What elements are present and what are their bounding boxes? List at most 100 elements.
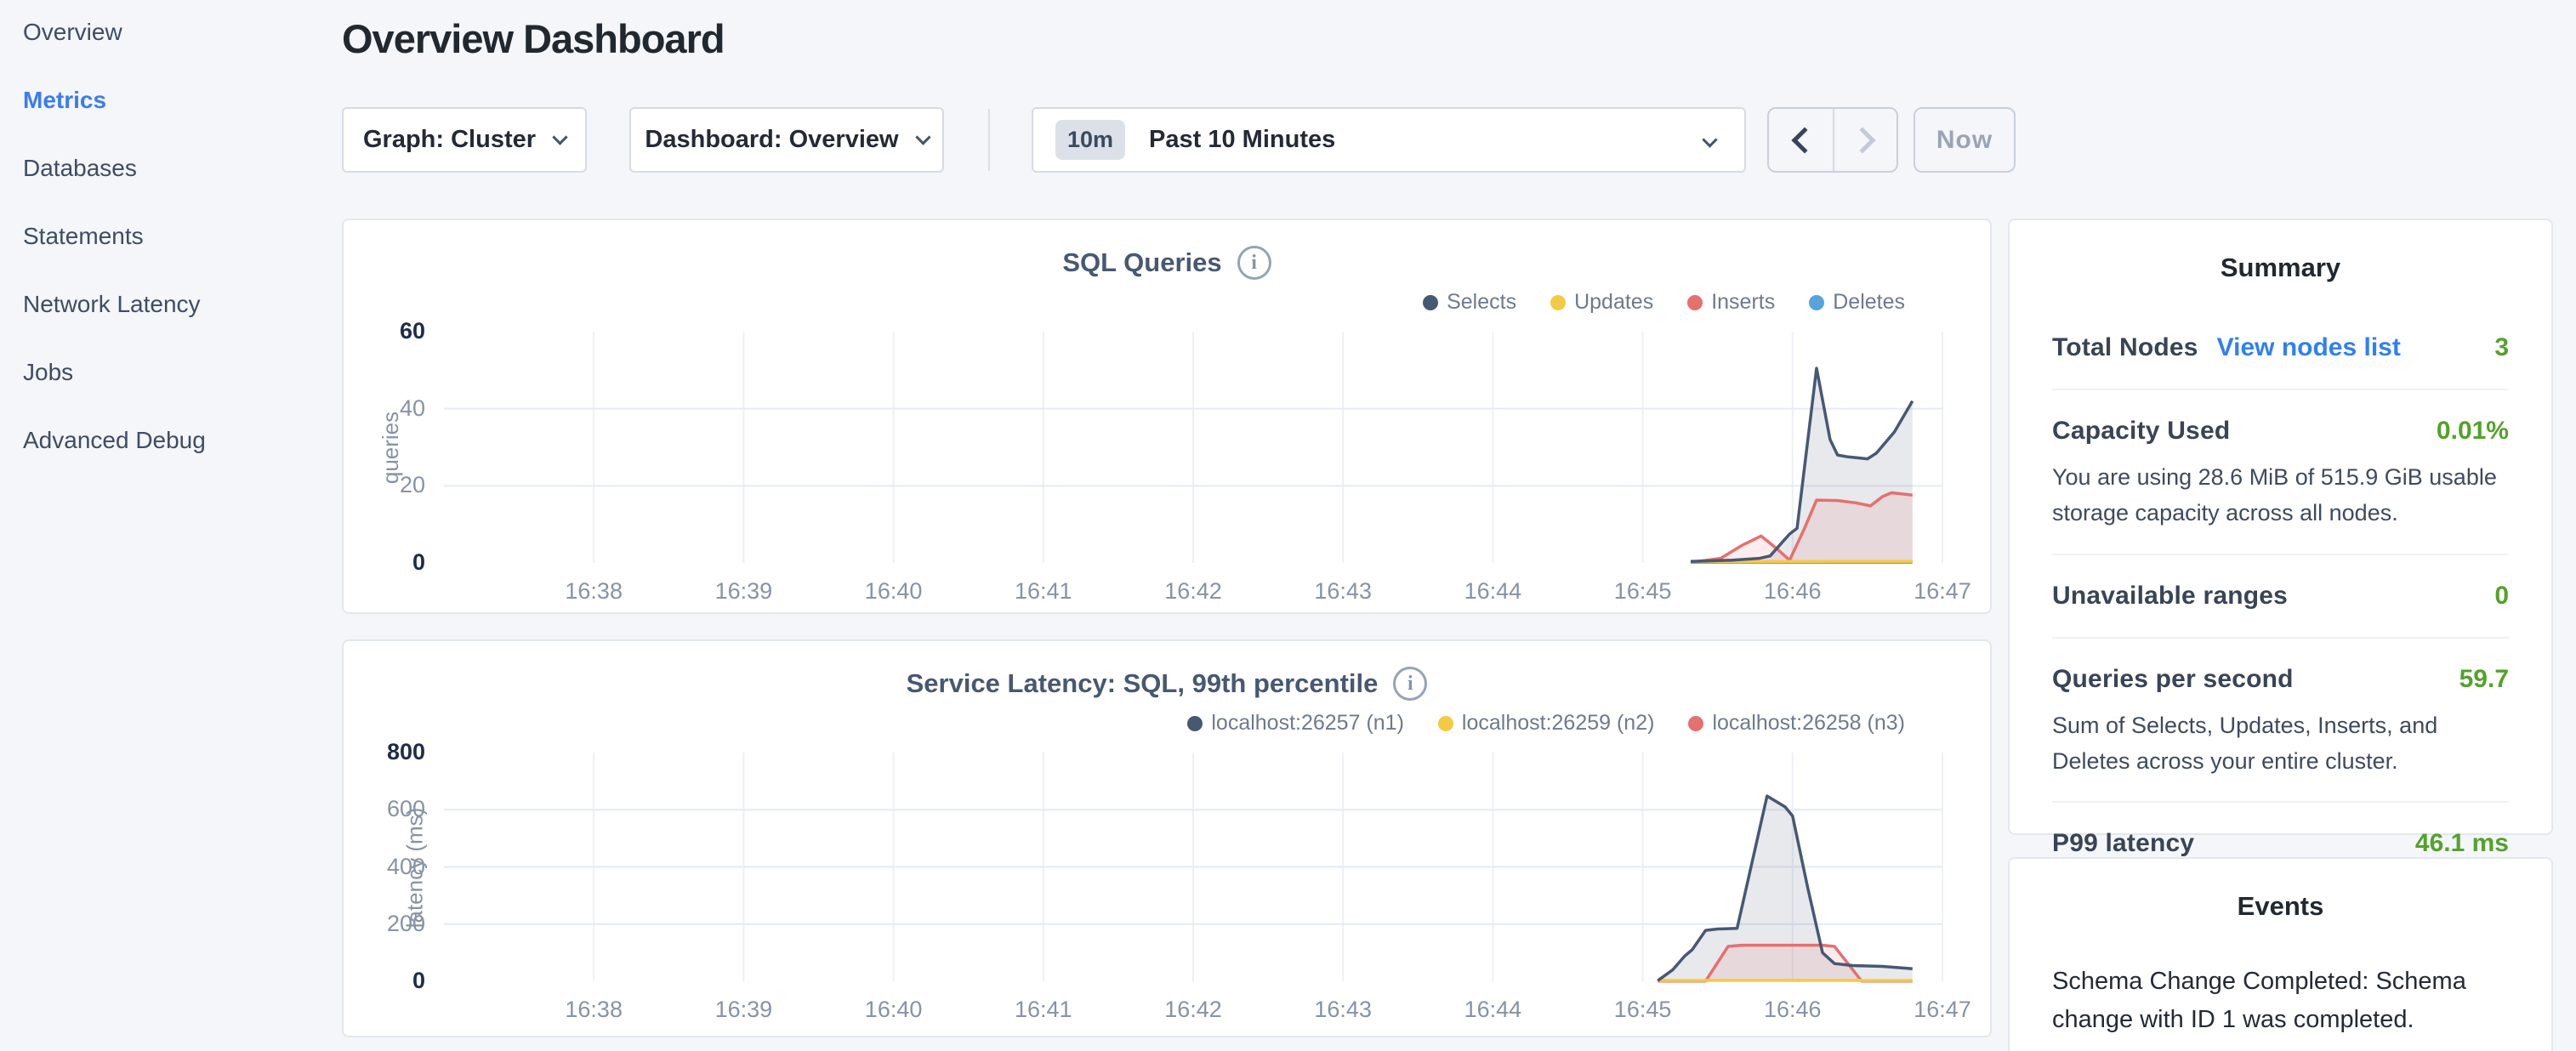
sidebar-item-advanced-debug[interactable]: Advanced Debug [23,423,206,458]
x-tick-label: 16:40 [834,578,953,605]
graph-dropdown-label: Graph: Cluster [363,126,536,154]
dashboard-dropdown-label: Dashboard: Overview [645,126,898,154]
y-tick-label: 400 [349,854,425,880]
legend-item-updates[interactable]: Updates [1550,290,1653,315]
summary-divider [2052,801,2509,803]
x-tick-label: 16:39 [684,578,803,605]
sidebar-item-statements[interactable]: Statements [23,219,144,254]
summary-row-label: Unavailable ranges [2052,582,2288,611]
x-tick-label: 16:44 [1433,578,1552,605]
legend-item-localhost-26257-n1-[interactable]: localhost:26257 (n1) [1187,711,1404,736]
dashboard-dropdown[interactable]: Dashboard: Overview [629,107,944,173]
y-tick-label: 60 [349,318,425,344]
y-tick-label: 800 [349,739,425,765]
legend-label: Updates [1574,290,1653,315]
chevron-down-icon [915,129,930,145]
sidebar-item-databases[interactable]: Databases [23,151,137,186]
chart-title: Service Latency: SQL, 99th percentile [907,668,1379,699]
legend-dot-icon [1550,295,1566,310]
y-tick-label: 200 [349,911,425,937]
sidebar-item-network-latency[interactable]: Network Latency [23,287,201,322]
x-tick-label: 16:42 [1134,997,1253,1023]
y-tick-label: 0 [349,549,425,576]
x-tick-label: 16:43 [1283,578,1402,605]
summary-title: Summary [2010,253,2551,283]
summary-row-value: 0 [2494,582,2509,611]
legend-item-localhost-26258-n3-[interactable]: localhost:26258 (n3) [1688,711,1905,736]
legend-dot-icon [1809,295,1824,310]
summary-row-value: 0.01% [2437,417,2509,446]
now-button-label: Now [1936,126,1993,155]
x-tick-label: 16:39 [684,997,803,1023]
summary-divider [2052,389,2509,390]
legend-dot-icon [1688,716,1703,731]
legend-label: Selects [1447,290,1516,315]
x-tick-label: 16:47 [1883,997,2002,1023]
now-button[interactable]: Now [1914,107,2016,173]
sidebar-item-jobs[interactable]: Jobs [23,355,73,390]
chart-legend: Selects Updates Inserts Deletes [1423,290,1905,315]
x-tick-label: 16:41 [984,997,1103,1023]
y-tick-label: 600 [349,796,425,822]
summary-row-label: Queries per second [2052,665,2294,694]
legend-label: localhost:26257 (n1) [1211,711,1404,736]
summary-row: Unavailable ranges 0 [2052,569,2509,623]
chevron-down-icon [552,129,567,145]
summary-row-value: 3 [2494,333,2509,362]
x-tick-label: 16:46 [1733,997,1852,1023]
time-step-forward-button[interactable] [1833,109,1896,171]
sidebar-item-metrics[interactable]: Metrics [23,82,106,118]
x-tick-label: 16:41 [984,578,1103,605]
legend-dot-icon [1438,716,1453,731]
chevron-down-icon [1702,132,1717,147]
x-tick-label: 16:43 [1283,997,1402,1023]
time-window-label: Past 10 Minutes [1149,126,1335,154]
info-icon[interactable]: i [1237,246,1271,280]
chart-plot-area[interactable] [444,332,1942,563]
graph-dropdown[interactable]: Graph: Cluster [342,107,587,173]
x-tick-label: 16:45 [1584,578,1703,605]
legend-item-deletes[interactable]: Deletes [1809,290,1905,315]
sql-queries-chart-card: SQL Queries i Selects Updates Inserts Delet… [342,219,1992,614]
service-latency-chart-card: Service Latency: SQL, 99th percentile i … [342,639,1992,1037]
legend-label: localhost:26258 (n3) [1712,711,1905,736]
summary-divider [2052,554,2509,555]
summary-row-label: P99 latency [2052,829,2194,858]
y-tick-label: 0 [349,968,425,994]
x-tick-label: 16:38 [534,578,653,605]
events-title: Events [2052,891,2509,922]
legend-item-localhost-26259-n2-[interactable]: localhost:26259 (n2) [1438,711,1655,736]
summary-row-label: Total Nodes [2052,333,2198,362]
events-panel: Events Schema Change Completed: Schema c… [2008,857,2553,1051]
summary-row: Queries per second59.7 [2052,652,2509,707]
x-tick-label: 16:42 [1134,578,1253,605]
legend-item-inserts[interactable]: Inserts [1687,290,1775,315]
chart-plot-area[interactable] [444,753,1942,981]
summary-row-description: Sum of Selects, Updates, Inserts, and De… [2052,707,2509,788]
chart-title: SQL Queries [1062,247,1221,278]
legend-label: localhost:26259 (n2) [1462,711,1655,736]
summary-divider [2052,637,2509,639]
chart-header: Service Latency: SQL, 99th percentile i [344,667,1990,701]
legend-label: Deletes [1833,290,1905,315]
summary-row-value: 46.1 ms [2415,829,2509,858]
event-text: Schema Change Completed: Schema change w… [2052,963,2509,1039]
legend-dot-icon [1687,295,1703,310]
y-tick-label: 40 [349,395,425,422]
sidebar-item-overview[interactable]: Overview [23,14,122,50]
time-step-back-button[interactable] [1769,109,1833,171]
time-range-dropdown[interactable]: 10m Past 10 Minutes [1032,107,1746,173]
x-tick-label: 16:44 [1433,997,1552,1023]
x-tick-label: 16:38 [534,997,653,1023]
chart-header: SQL Queries i [344,246,1990,280]
view-nodes-link[interactable]: View nodes list [2217,333,2401,362]
chart-legend: localhost:26257 (n1) localhost:26259 (n2)… [1187,711,1905,736]
legend-item-selects[interactable]: Selects [1423,290,1516,315]
summary-panel: Summary Total Nodes View nodes list 3 Capac… [2008,219,2553,835]
chevron-left-icon [1791,127,1817,153]
summary-row: Capacity Used0.01% [2052,404,2509,458]
x-tick-label: 16:46 [1733,578,1852,605]
info-icon[interactable]: i [1393,667,1427,701]
y-tick-label: 20 [349,472,425,498]
controls-divider [988,109,990,171]
